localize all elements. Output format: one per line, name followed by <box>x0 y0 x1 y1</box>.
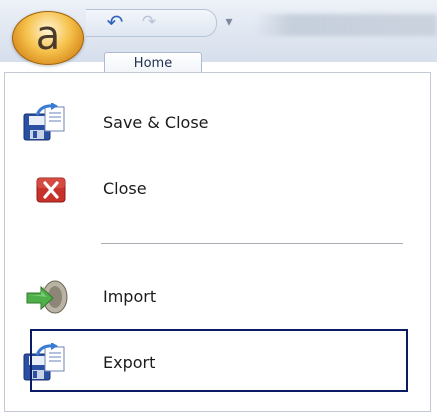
menu-item-import[interactable]: Import <box>9 271 429 323</box>
customize-dropdown-icon[interactable]: ▾ <box>222 11 236 33</box>
menu-item-label: Save & Close <box>103 113 209 132</box>
save-close-icon <box>23 103 65 141</box>
menu-item-close[interactable]: Close <box>9 163 429 215</box>
menu-item-label: Close <box>103 179 147 198</box>
export-highlight-box <box>30 329 408 392</box>
application-button[interactable]: a <box>12 11 84 65</box>
import-icon <box>26 280 68 314</box>
close-icon <box>36 177 66 203</box>
redo-icon[interactable]: ↷ <box>138 11 160 33</box>
undo-icon[interactable]: ↶ <box>104 11 126 33</box>
menu-item-save-close[interactable]: Save & Close <box>9 97 429 149</box>
app-button-letter: a <box>35 13 61 59</box>
menu-separator <box>101 243 403 244</box>
tab-home[interactable]: Home <box>104 52 202 73</box>
menu-item-label: Import <box>103 287 157 306</box>
blurred-title-text <box>255 14 437 36</box>
